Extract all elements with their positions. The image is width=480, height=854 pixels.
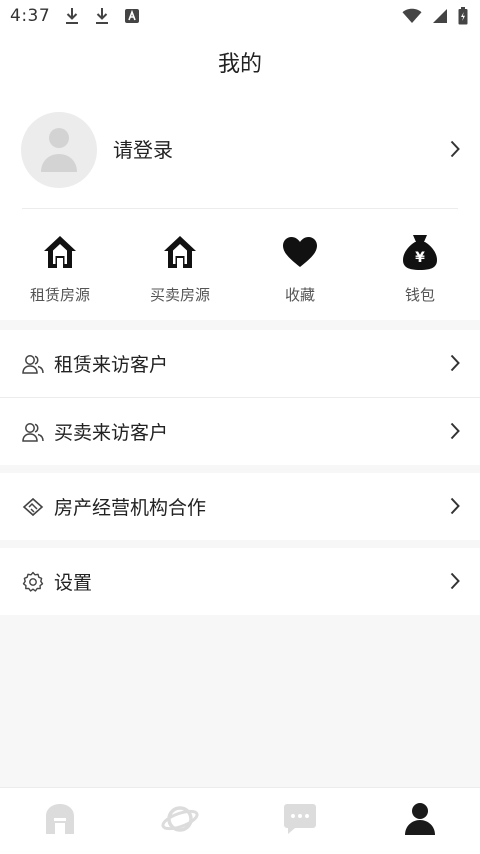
quick-action-wallet[interactable]: ¥ 钱包 <box>360 210 480 320</box>
wifi-icon <box>402 8 422 24</box>
menu-item-label: 租赁来访客户 <box>54 354 169 376</box>
signal-icon <box>432 8 448 24</box>
profile-section[interactable]: 请登录 <box>0 92 480 210</box>
planet-icon <box>161 802 199 840</box>
a-app-icon <box>124 8 140 24</box>
users-icon <box>22 353 44 375</box>
heart-icon <box>282 232 318 272</box>
quick-action-favorites[interactable]: 收藏 <box>240 210 360 320</box>
message-icon <box>283 803 317 839</box>
page-header: 我的 <box>0 32 480 92</box>
house-icon <box>162 232 198 272</box>
nav-tab-messages[interactable] <box>240 788 360 854</box>
handshake-icon <box>22 496 44 518</box>
avatar[interactable] <box>21 112 97 188</box>
quick-action-label: 钱包 <box>404 286 435 304</box>
quick-actions: 租赁房源 买卖房源 收藏 ¥ 钱包 <box>0 210 480 320</box>
menu-item-label: 买卖来访客户 <box>54 422 169 444</box>
home-icon <box>43 803 77 839</box>
quick-action-label: 租赁房源 <box>29 286 90 304</box>
download-icon <box>94 7 110 25</box>
nav-tab-home[interactable] <box>0 788 120 854</box>
nav-tab-profile[interactable] <box>360 788 480 854</box>
chevron-right-icon <box>450 497 460 519</box>
menu-item-rental-visitors[interactable]: 租赁来访客户 <box>0 330 480 397</box>
chevron-right-icon <box>450 572 460 594</box>
menu-group-visitors: 租赁来访客户 买卖来访客户 <box>0 330 480 465</box>
svg-text:¥: ¥ <box>415 250 425 266</box>
menu-item-agency-cooperation[interactable]: 房产经营机构合作 <box>0 473 480 540</box>
menu-item-label: 房产经营机构合作 <box>54 497 207 519</box>
login-link[interactable]: 请登录 <box>113 134 173 163</box>
page-title: 我的 <box>217 52 262 77</box>
status-bar: 4:37 <box>0 0 480 32</box>
money-bag-icon: ¥ <box>402 232 438 272</box>
divider <box>22 208 458 209</box>
quick-action-label: 买卖房源 <box>149 286 210 304</box>
menu-group-settings: 设置 <box>0 548 480 615</box>
bottom-nav <box>0 787 480 854</box>
download-icon <box>64 7 80 25</box>
profile-icon <box>404 802 436 840</box>
quick-action-label: 收藏 <box>284 286 315 304</box>
gear-icon <box>22 571 44 593</box>
menu-item-label: 设置 <box>54 572 93 594</box>
users-icon <box>22 421 44 443</box>
quick-action-rental-listings[interactable]: 租赁房源 <box>0 210 120 320</box>
chevron-right-icon <box>450 422 460 444</box>
battery-icon <box>458 7 468 25</box>
chevron-right-icon[interactable] <box>450 140 460 162</box>
menu-item-settings[interactable]: 设置 <box>0 548 480 615</box>
menu-item-sale-visitors[interactable]: 买卖来访客户 <box>0 398 480 465</box>
avatar-placeholder-icon <box>41 128 77 172</box>
chevron-right-icon <box>450 354 460 376</box>
menu-group-cooperation: 房产经营机构合作 <box>0 473 480 540</box>
nav-tab-discover[interactable] <box>120 788 240 854</box>
house-icon <box>42 232 78 272</box>
status-time: 4:37 <box>10 6 51 26</box>
quick-action-sale-listings[interactable]: 买卖房源 <box>120 210 240 320</box>
